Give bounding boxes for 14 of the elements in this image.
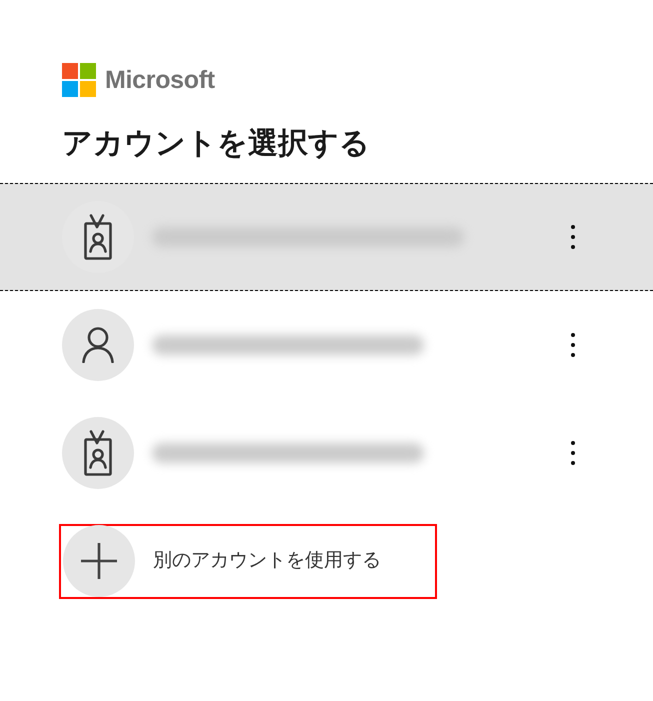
- more-options-icon: [571, 225, 575, 249]
- more-options-button[interactable]: [571, 441, 575, 465]
- page-title: アカウントを選択する: [62, 126, 371, 162]
- more-options-icon: [571, 441, 575, 465]
- id-badge-icon: [84, 214, 112, 260]
- more-options-button[interactable]: [571, 333, 575, 357]
- more-options-icon: [571, 333, 575, 357]
- four-squares-logo-icon: [62, 63, 96, 97]
- person-icon: [82, 327, 114, 363]
- brand-name: Microsoft: [105, 68, 215, 92]
- id-badge-icon: [84, 430, 112, 476]
- add-account-option[interactable]: 別のアカウントを使用する: [59, 524, 437, 598]
- more-options-button[interactable]: [571, 225, 575, 249]
- add-account-label: 別のアカウントを使用する: [153, 548, 381, 573]
